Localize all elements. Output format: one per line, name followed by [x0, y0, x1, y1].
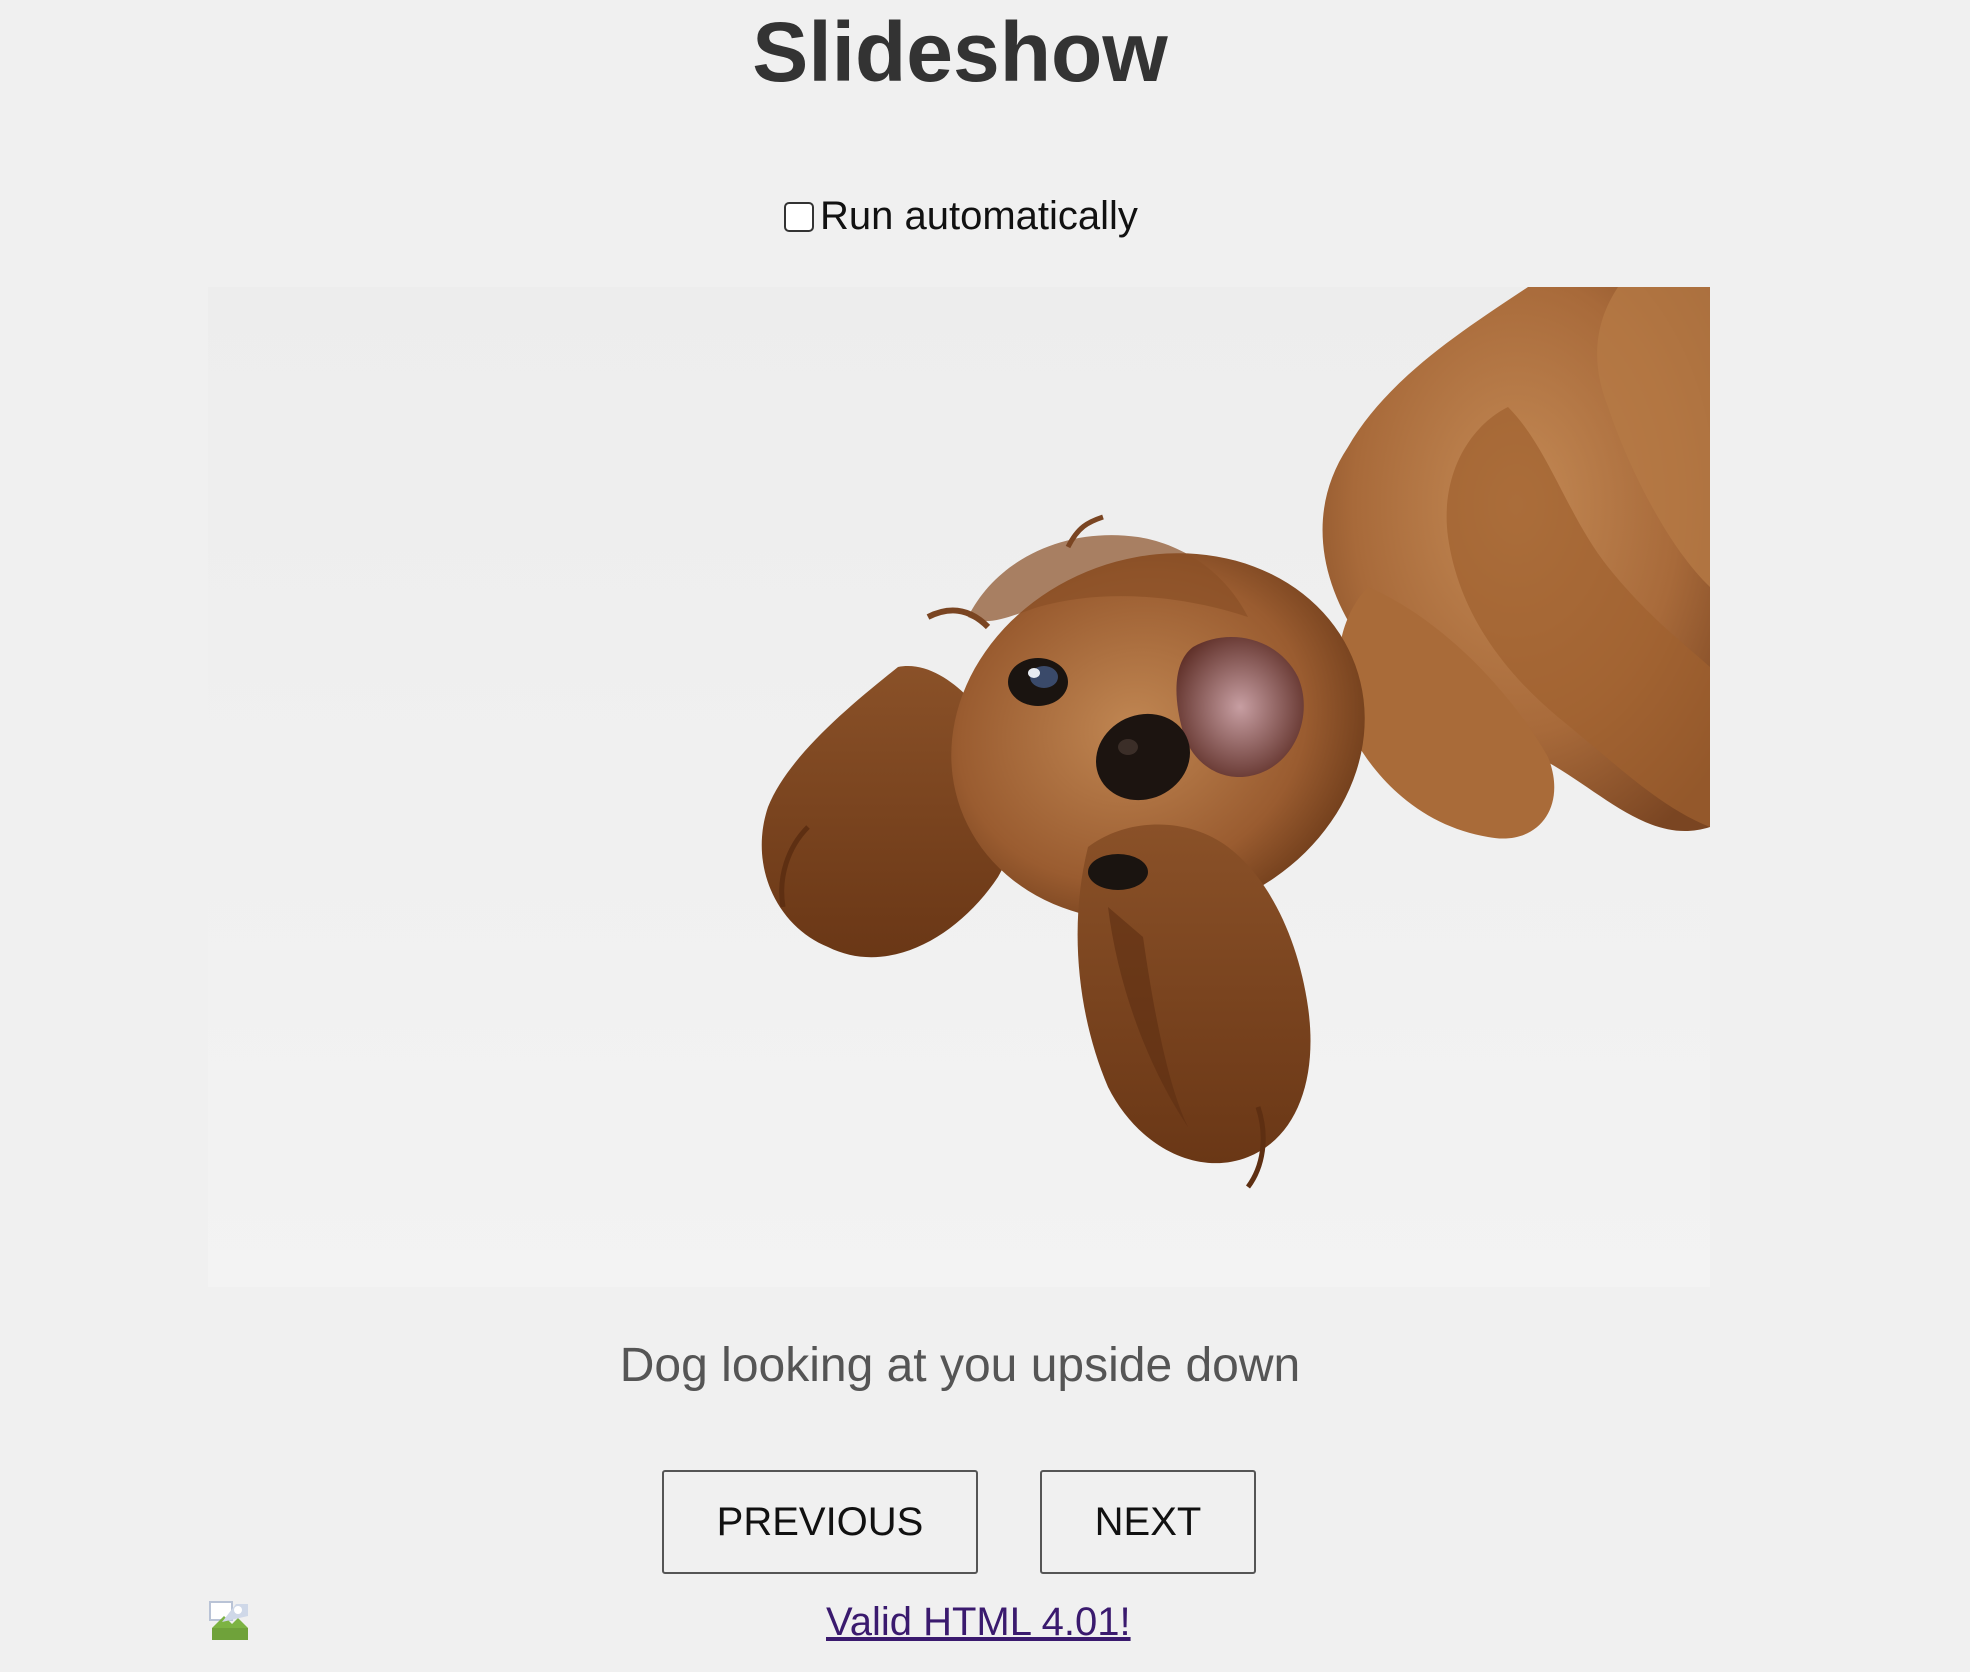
next-button[interactable]: NEXT	[1040, 1470, 1256, 1574]
dog-photo	[761, 287, 1710, 1189]
slide-caption: Dog looking at you upside down	[619, 1339, 1301, 1392]
page-title: Slideshow	[752, 5, 1168, 99]
slideshow-page: Slideshow Run automatically Dog looking …	[0, 0, 1970, 1672]
broken-image-icon[interactable]	[208, 1600, 250, 1642]
run-automatically-label: Run automatically	[820, 194, 1138, 238]
valid-html-link[interactable]: Valid HTML 4.01!	[826, 1597, 1131, 1647]
run-automatically-toggle[interactable]: Run automatically	[784, 194, 1138, 239]
previous-button[interactable]: PREVIOUS	[662, 1470, 978, 1574]
slide-image	[208, 287, 1710, 1287]
run-automatically-checkbox[interactable]	[784, 201, 814, 232]
